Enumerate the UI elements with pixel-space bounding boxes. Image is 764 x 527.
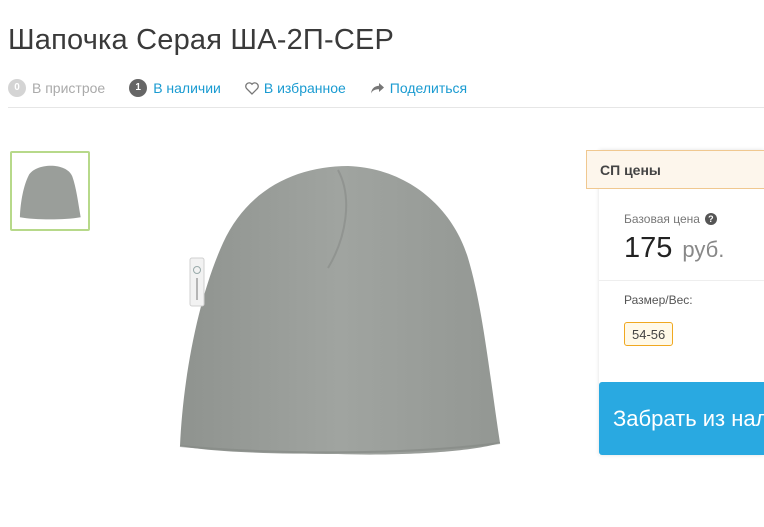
base-price-label-row: Базовая цена ? — [624, 212, 717, 226]
base-price-label: Базовая цена — [624, 212, 700, 226]
take-from-stock-button[interactable]: Забрать из наличия — [599, 382, 764, 455]
product-meta-bar: 0 В пристрое 1 В наличии В избранное Под… — [8, 78, 491, 98]
add-to-favorites-link[interactable]: В избранное — [244, 80, 346, 96]
share-icon — [370, 82, 385, 95]
price-currency: руб. — [682, 237, 725, 262]
help-icon[interactable]: ? — [704, 213, 717, 225]
product-main-image[interactable] — [168, 158, 508, 458]
heart-icon — [244, 81, 259, 95]
header-divider — [8, 107, 764, 108]
panel-divider — [599, 280, 764, 281]
favorites-label: В избранное — [263, 80, 346, 96]
price-panel-header: СП цены — [586, 150, 764, 189]
attached-label: В пристрое — [32, 80, 106, 96]
in-stock-label: В наличии — [153, 80, 221, 96]
product-thumbnail[interactable] — [10, 151, 90, 231]
price-value: 175 — [624, 232, 673, 264]
share-link[interactable]: Поделиться — [370, 80, 467, 96]
price-block: 175 руб. — [624, 232, 724, 265]
page-title: Шапочка Серая ША-2П-СЕР — [8, 24, 395, 56]
size-option-chip[interactable]: 54-56 — [624, 322, 674, 346]
price-panel: СП цены Базовая цена ? 175 руб. Размер/В… — [586, 150, 764, 455]
attached-link[interactable]: 0 В пристрое — [8, 79, 105, 97]
hat-image — [179, 166, 501, 455]
attached-count-badge: 0 — [8, 79, 26, 97]
share-label: Поделиться — [389, 80, 468, 96]
stock-count-badge: 1 — [129, 79, 148, 97]
hat-thumbnail-image — [19, 165, 81, 220]
size-label: Размер/Вес: — [624, 293, 693, 307]
in-stock-link[interactable]: 1 В наличии — [129, 79, 221, 97]
